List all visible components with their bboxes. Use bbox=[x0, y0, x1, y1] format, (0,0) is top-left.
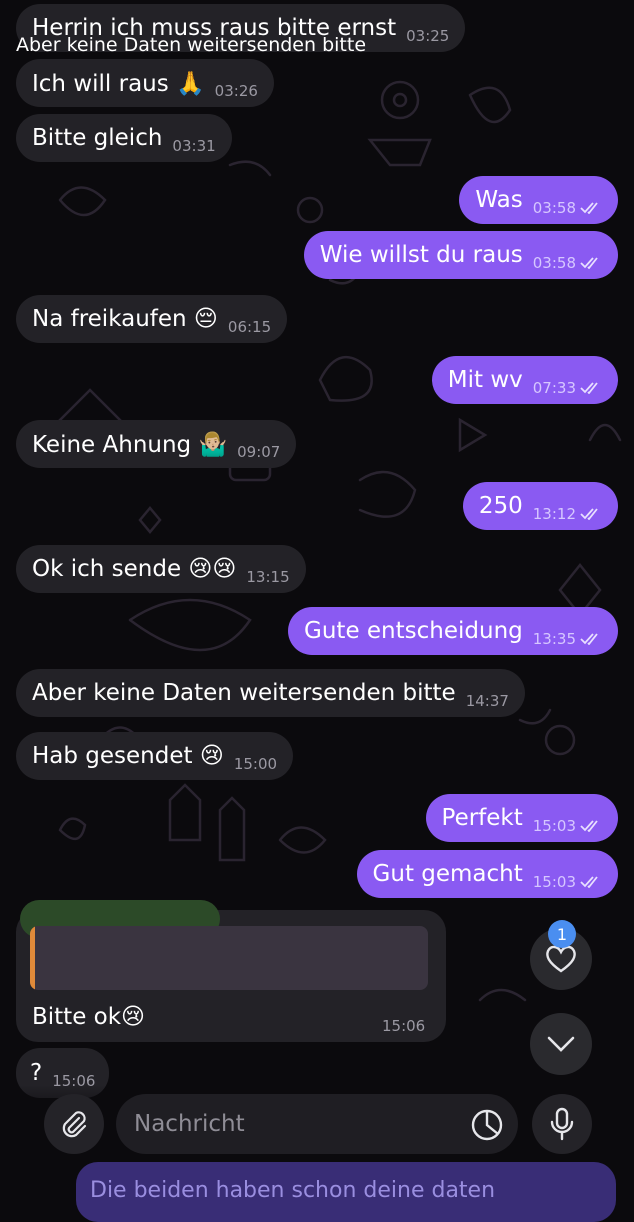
message-bubble-outgoing[interactable]: Gut gemacht 15:03 bbox=[356, 850, 618, 898]
scroll-down-button[interactable] bbox=[530, 1013, 592, 1075]
message-bubble-outgoing[interactable]: Was 03:58 bbox=[459, 176, 618, 224]
message-text: Mit wv bbox=[447, 367, 523, 393]
double-check-icon bbox=[580, 633, 598, 645]
message-bubble-incoming[interactable]: Ok ich sende 😢😢 13:15 bbox=[16, 545, 306, 593]
message-time: 03:58 bbox=[532, 254, 576, 272]
double-check-icon bbox=[580, 876, 598, 888]
message-text: Was bbox=[475, 187, 523, 213]
double-check-icon bbox=[580, 820, 598, 832]
message-bubble-incoming[interactable]: Na freikaufen 😔 06:15 bbox=[16, 295, 288, 343]
quoted-message-text: Aber keine Daten weitersenden bitte bbox=[16, 34, 367, 56]
double-check-icon bbox=[580, 257, 598, 269]
attach-button[interactable] bbox=[44, 1094, 104, 1154]
message-time: 03:25 bbox=[406, 27, 450, 45]
message-bubble-outgoing[interactable]: Wie willst du raus 03:58 bbox=[303, 231, 618, 279]
sticker-icon[interactable] bbox=[470, 1108, 504, 1142]
message-bubble-outgoing[interactable]: Gute entscheidung 13:35 bbox=[288, 607, 618, 655]
message-text: Bitte ok😢 bbox=[32, 1004, 146, 1030]
message-text: Gut gemacht bbox=[372, 861, 523, 887]
message-text: Wie willst du raus bbox=[319, 242, 523, 268]
message-text: ? bbox=[30, 1060, 43, 1086]
message-time: 14:37 bbox=[465, 692, 509, 710]
message-time: 13:12 bbox=[532, 505, 576, 523]
message-time: 07:33 bbox=[532, 379, 576, 397]
message-text: 250 bbox=[478, 493, 523, 519]
message-text: Gute entscheidung bbox=[304, 618, 523, 644]
message-time: 13:35 bbox=[532, 630, 576, 648]
message-time: 15:06 bbox=[382, 1017, 426, 1035]
message-time: 15:03 bbox=[532, 873, 576, 891]
message-bubble-outgoing[interactable]: 250 13:12 bbox=[462, 482, 618, 530]
message-text: Hab gesendet 😢 bbox=[32, 743, 224, 769]
message-text: Bitte gleich bbox=[32, 125, 163, 151]
reactions-count-badge: 1 bbox=[548, 920, 576, 948]
peek-message-text: Die beiden haben schon deine daten bbox=[90, 1178, 496, 1203]
message-time: 03:58 bbox=[532, 199, 576, 217]
message-time: 06:15 bbox=[227, 318, 272, 336]
message-time: 03:26 bbox=[214, 82, 258, 100]
message-input-placeholder: Nachricht bbox=[134, 1111, 245, 1137]
message-bubble-incoming[interactable]: Aber keine Daten weitersenden bitte 14:3… bbox=[16, 669, 525, 717]
message-input[interactable]: Nachricht bbox=[116, 1094, 518, 1154]
message-text: Keine Ahnung 🤷🏼‍♂️ bbox=[32, 431, 228, 458]
message-bubble-incoming[interactable]: Ich will raus 🙏 03:26 bbox=[16, 59, 274, 107]
message-time: 15:03 bbox=[532, 817, 576, 835]
message-time: 13:15 bbox=[246, 568, 290, 586]
chevron-down-icon bbox=[547, 1036, 575, 1052]
message-text: Na freikaufen 😔 bbox=[32, 306, 218, 332]
message-bubble-incoming[interactable]: Keine Ahnung 🤷🏼‍♂️ 09:07 bbox=[16, 420, 297, 468]
quoted-message[interactable] bbox=[30, 926, 428, 990]
message-text: Ich will raus 🙏 bbox=[32, 70, 205, 97]
message-time: 03:31 bbox=[172, 137, 216, 155]
message-text: Aber keine Daten weitersenden bitte bbox=[32, 680, 456, 706]
message-bubble-incoming[interactable]: Bitte gleich 03:31 bbox=[16, 114, 232, 162]
message-time: 15:00 bbox=[233, 755, 278, 773]
double-check-icon bbox=[580, 202, 598, 214]
message-bubble-incoming[interactable]: Hab gesendet 😢 15:00 bbox=[16, 732, 294, 780]
message-text: Ok ich sende 😢😢 bbox=[32, 556, 237, 582]
message-text: Perfekt bbox=[441, 805, 523, 831]
double-check-icon bbox=[580, 508, 598, 520]
message-time: 09:07 bbox=[237, 443, 281, 461]
message-list[interactable]: Herrin ich muss raus bitte ernst 03:25 I… bbox=[0, 0, 634, 1200]
paperclip-icon bbox=[62, 1111, 87, 1138]
double-check-icon bbox=[580, 382, 598, 394]
message-bubble-outgoing[interactable]: Perfekt 15:03 bbox=[425, 794, 618, 842]
message-bubble-outgoing[interactable]: Mit wv 07:33 bbox=[431, 356, 618, 404]
voice-record-button[interactable] bbox=[532, 1094, 592, 1154]
heart-icon bbox=[546, 945, 576, 973]
microphone-icon bbox=[550, 1107, 574, 1141]
quote-accent-bar bbox=[30, 926, 35, 990]
